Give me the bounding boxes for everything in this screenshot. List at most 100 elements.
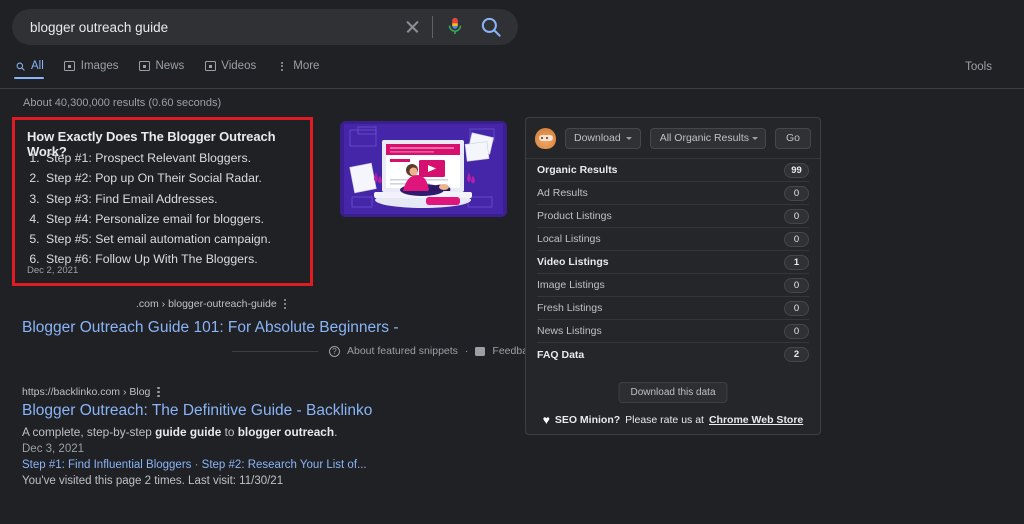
microphone-icon <box>448 17 462 35</box>
status-badge: 0 <box>784 185 809 201</box>
download-label: Download <box>574 132 621 144</box>
row-label: Video Listings <box>537 256 609 268</box>
tab-label: More <box>293 60 320 72</box>
heart-icon: ♥ <box>542 413 550 427</box>
table-row: Ad Results 0 <box>537 182 809 205</box>
search-icon <box>481 17 501 37</box>
header-divider <box>0 88 1024 89</box>
row-label: Image Listings <box>537 279 605 291</box>
select-value: All Organic Results <box>659 132 749 144</box>
illustration-image <box>340 121 507 217</box>
table-row: FAQ Data 2 <box>537 343 809 366</box>
tab-all[interactable]: All <box>14 60 44 79</box>
tab-more[interactable]: More <box>276 60 319 79</box>
status-badge: 0 <box>784 208 809 224</box>
desc-bold-two: blogger outreach <box>237 425 335 439</box>
desc-pre: A complete, step-by-step <box>22 425 156 439</box>
video-icon <box>204 60 216 72</box>
divider <box>232 350 318 352</box>
search-input[interactable] <box>12 19 400 35</box>
list-item: Step #3: Find Email Addresses. <box>43 192 302 206</box>
sitelink-one[interactable]: Step #1: Find Influential Bloggers <box>22 459 191 471</box>
kebab-icon[interactable] <box>283 299 286 309</box>
featured-snippet-date: Dec 2, 2021 <box>27 265 79 276</box>
row-label: Ad Results <box>537 187 588 199</box>
results-count: About 40,300,000 results (0.60 seconds) <box>23 97 222 109</box>
tab-news[interactable]: News <box>139 60 185 79</box>
row-label: Fresh Listings <box>537 302 603 314</box>
list-item: Step #1: Prospect Relevant Bloggers. <box>43 151 302 165</box>
nav-tabs-row: All Images News Videos More Tools <box>14 60 1010 84</box>
search-bar[interactable] <box>12 9 518 45</box>
list-item: Step #2: Pop up On Their Social Radar. <box>43 171 302 185</box>
voice-search-button[interactable] <box>444 15 478 39</box>
status-badge: 1 <box>784 254 809 270</box>
search-submit-button[interactable] <box>478 14 518 40</box>
featured-snippet-highlight: How Exactly Does The Blogger Outreach Wo… <box>12 117 313 286</box>
download-dropdown-button[interactable]: Download <box>565 127 641 149</box>
sitelink-two[interactable]: Step #2: Research Your List of... <box>202 459 367 471</box>
list-item: Step #5: Set email automation campaign. <box>43 232 302 246</box>
minion-icon <box>535 127 556 149</box>
tab-label: Images <box>80 60 119 72</box>
table-row: Local Listings 0 <box>537 228 809 251</box>
result-thumbnail[interactable] <box>340 121 507 217</box>
kebab-icon[interactable] <box>157 387 160 397</box>
search-result-one-title-row: Blogger Outreach Guide 101: For Absolute… <box>22 315 399 337</box>
result-sitelinks: Step #1: Find Influential Bloggers · Ste… <box>22 459 492 471</box>
desc-mid: to <box>221 425 238 439</box>
search-result-two: https://backlinko.com › Blog Blogger Out… <box>22 386 492 487</box>
tab-label: News <box>155 60 185 72</box>
rate-bold-text: SEO Minion? <box>554 414 621 426</box>
divider <box>432 16 433 38</box>
chrome-web-store-link[interactable]: Chrome Web Store <box>709 414 803 426</box>
tab-videos[interactable]: Videos <box>204 60 256 79</box>
row-label: FAQ Data <box>537 348 585 361</box>
image-icon <box>64 60 76 72</box>
tools-button[interactable]: Tools <box>965 61 992 73</box>
rate-us-row: ♥ SEO Minion? Please rate us at Chrome W… <box>526 413 820 427</box>
feedback-icon <box>475 346 486 356</box>
nav-tabs: All Images News Videos More <box>14 60 319 79</box>
table-row: Product Listings 0 <box>537 205 809 228</box>
result-type-select[interactable]: All Organic Results <box>649 127 766 149</box>
clear-search-button[interactable] <box>400 14 426 40</box>
tab-label: All <box>31 60 44 72</box>
desc-bold-one: guide guide <box>155 425 222 439</box>
status-badge: 0 <box>784 323 809 339</box>
chevron-down-icon <box>625 136 632 140</box>
tab-images[interactable]: Images <box>64 60 119 79</box>
rate-text: Please rate us at <box>625 414 704 426</box>
featured-snippet-steps: Step #1: Prospect Relevant Bloggers. Ste… <box>43 151 302 273</box>
help-icon: ? <box>329 345 340 357</box>
row-label: Local Listings <box>537 233 601 245</box>
search-icon <box>14 60 26 72</box>
search-result-one: .com › blogger-outreach-guide <box>136 298 286 310</box>
about-featured-snippets-link[interactable]: About featured snippets <box>347 345 458 357</box>
list-item: Step #4: Personalize email for bloggers. <box>43 212 302 226</box>
result-url-text: .com › blogger-outreach-guide <box>136 298 277 310</box>
result-url[interactable]: .com › blogger-outreach-guide <box>136 298 286 310</box>
result-visited-note: You've visited this page 2 times. Last v… <box>22 475 284 487</box>
separator: · <box>464 345 469 357</box>
seo-panel-header: Download All Organic Results Go <box>526 118 820 159</box>
news-icon <box>139 60 151 72</box>
result-title[interactable]: Blogger Outreach: The Definitive Guide -… <box>22 402 492 420</box>
result-title[interactable]: Blogger Outreach Guide 101: For Absolute… <box>22 319 399 337</box>
download-this-data-button[interactable]: Download this data <box>618 382 728 403</box>
table-row: Fresh Listings 0 <box>537 297 809 320</box>
tab-label: Videos <box>221 60 257 72</box>
table-row: Video Listings 1 <box>537 251 809 274</box>
seo-stats-list: Organic Results 99 Ad Results 0 Product … <box>526 159 820 366</box>
status-badge: 0 <box>784 231 809 247</box>
list-item: Step #6: Follow Up With The Bloggers. <box>43 252 302 266</box>
seo-minion-panel: Download All Organic Results Go Organic … <box>525 117 821 435</box>
result-url[interactable]: https://backlinko.com › Blog <box>22 386 492 398</box>
table-row: News Listings 0 <box>537 320 809 343</box>
separator: · <box>194 459 199 471</box>
go-button[interactable]: Go <box>774 127 811 149</box>
result-url-text: https://backlinko.com › Blog <box>22 386 151 398</box>
chevron-down-icon <box>751 136 758 140</box>
close-icon <box>400 14 426 40</box>
desc-end: . <box>334 425 338 439</box>
